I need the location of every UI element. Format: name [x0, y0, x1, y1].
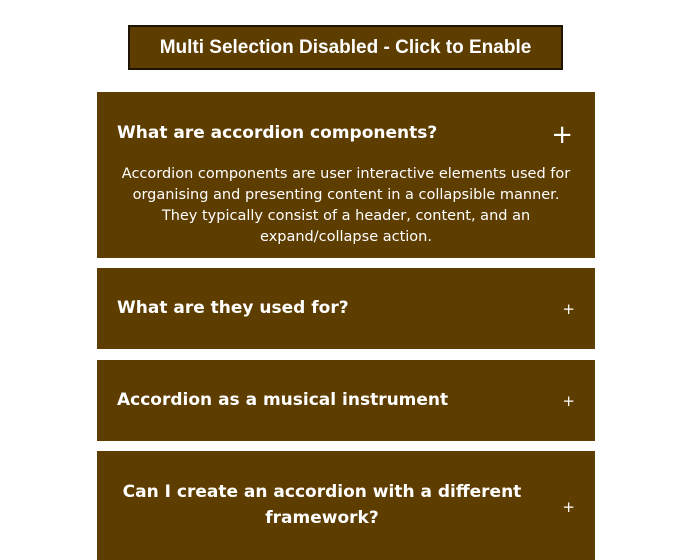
accordion-content: Accordion components are user interactiv… — [121, 166, 571, 245]
accordion-item: Accordion as a musical instrument + — [97, 360, 595, 441]
plus-icon[interactable]: + — [562, 500, 575, 515]
multi-selection-toggle-button[interactable]: Multi Selection Disabled - Click to Enab… — [128, 25, 563, 70]
accordion-title: What are accordion components? — [117, 123, 438, 143]
accordion-item: Can I create an accordion with a differe… — [97, 451, 595, 560]
accordion-title: Can I create an accordion with a differe… — [122, 482, 522, 528]
accordion-title: What are they used for? — [117, 298, 349, 318]
accordion-title: Accordion as a musical instrument — [117, 390, 449, 410]
accordion-item: What are accordion components? + Accordi… — [97, 92, 595, 258]
accordion-header[interactable]: Can I create an accordion with a differe… — [97, 451, 595, 560]
plus-icon[interactable]: + — [551, 122, 573, 148]
accordion-header[interactable]: Accordion as a musical instrument + — [97, 360, 595, 441]
plus-icon[interactable]: + — [562, 302, 575, 317]
accordion-item: What are they used for? + — [97, 268, 595, 349]
accordion-header[interactable]: What are they used for? + — [97, 268, 595, 349]
plus-icon[interactable]: + — [562, 394, 575, 409]
